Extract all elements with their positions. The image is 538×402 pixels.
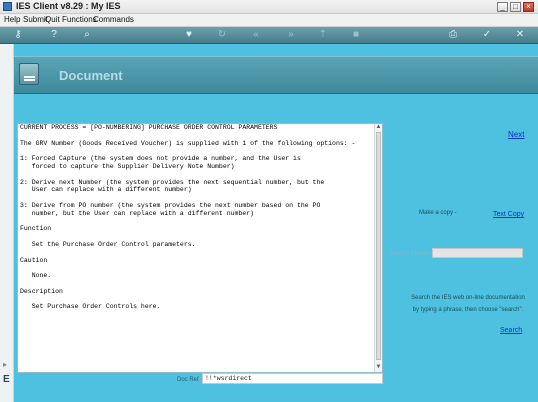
text-copy-link[interactable]: Text Copy [493, 211, 524, 218]
search-link[interactable]: Search [500, 327, 522, 334]
print-icon[interactable]: ⎙ [447, 29, 459, 41]
document-line: Description [20, 287, 63, 295]
refresh-icon[interactable]: ↻ [216, 29, 228, 41]
menu-help[interactable]: Help [4, 15, 20, 24]
page-title: Document [59, 68, 123, 83]
rail-arrow-icon[interactable]: ▸ [3, 360, 7, 369]
header-band: Document [14, 56, 538, 94]
document-line: CURRENT PROCESS = [PO-NUMBERING] PURCHAS… [20, 124, 278, 131]
forward-icon[interactable]: » [285, 29, 297, 41]
rewind-icon[interactable]: « [250, 29, 262, 41]
search-icon[interactable]: ⌕ [81, 29, 93, 41]
document-line: Function [20, 225, 52, 233]
rail-marker-icon: E [3, 374, 10, 385]
scroll-thumb[interactable] [376, 132, 381, 360]
document-line: Caution [20, 256, 48, 264]
search-phrase-input[interactable] [432, 248, 523, 258]
app-icon [3, 2, 12, 11]
search-phrase-label: Search Phrase [390, 251, 430, 257]
check-icon[interactable]: ✓ [481, 29, 493, 41]
search-help-text: Search the IES web on-line documentation… [411, 295, 525, 313]
doc-ref-label: Doc Ref [177, 377, 199, 383]
window-title: IES Client v8.29 : My IES [16, 1, 121, 11]
help-icon[interactable]: ? [48, 29, 60, 41]
stop-icon[interactable]: ■ [350, 29, 362, 41]
document-line: None. [20, 272, 52, 280]
document-panel: CURRENT PROCESS = [PO-NUMBERING] PURCHAS… [17, 123, 383, 373]
menu-bar: Help Submit Quit Functions Commands [0, 14, 538, 27]
maximize-button[interactable]: □ [510, 2, 521, 12]
scroll-up-icon[interactable]: ▲ [375, 124, 382, 131]
scroll-down-icon[interactable]: ▼ [375, 364, 382, 371]
left-rail: ▸ E [0, 44, 14, 402]
document-text: CURRENT PROCESS = [PO-NUMBERING] PURCHAS… [20, 124, 370, 372]
document-line: 3: Derive from PO number (the system pro… [20, 201, 321, 209]
document-icon [19, 63, 39, 85]
document-line: number, but the User can replace with a … [20, 209, 255, 217]
close-window-button[interactable]: × [523, 2, 534, 12]
doc-ref-input[interactable]: !!*wsrdirect [202, 373, 383, 384]
heart-icon[interactable]: ♥ [183, 29, 195, 41]
document-line: 2: Derive next Number (the system provid… [20, 178, 325, 186]
document-line: Set the Purchase Order Control parameter… [20, 240, 196, 248]
main-area: Document Next CURRENT PROCESS = [PO-NUMB… [14, 44, 538, 402]
toolbar-close-icon[interactable]: ✕ [514, 29, 526, 41]
title-bar: IES Client v8.29 : My IES _ □ × [0, 0, 538, 14]
menu-quit[interactable]: Quit [45, 15, 60, 24]
menu-commands[interactable]: Commands [93, 15, 134, 24]
key-icon[interactable]: ⚷ [12, 29, 24, 41]
up-icon[interactable]: ⇡ [317, 29, 329, 41]
document-line: forced to capture the Supplier Delivery … [20, 162, 235, 170]
document-line: The GRV Number (Goods Received Voucher) … [20, 139, 356, 147]
document-scrollbar[interactable]: ▲ ▼ [374, 124, 382, 372]
document-line: 1: Forced Capture (the system does not p… [20, 155, 301, 163]
document-line: Set Purchase Order Controls here. [20, 303, 161, 311]
minimize-button[interactable]: _ [497, 2, 508, 12]
make-copy-label: Make a copy - [419, 210, 457, 216]
document-line: User can replace with a different number… [20, 186, 192, 194]
menu-functions[interactable]: Functions [62, 15, 97, 24]
toolbar: ⚷ ? ⌕ ♥ ↻ « » ⇡ ■ ⎙ ✓ ✕ [0, 27, 538, 44]
next-link[interactable]: Next [508, 130, 524, 139]
